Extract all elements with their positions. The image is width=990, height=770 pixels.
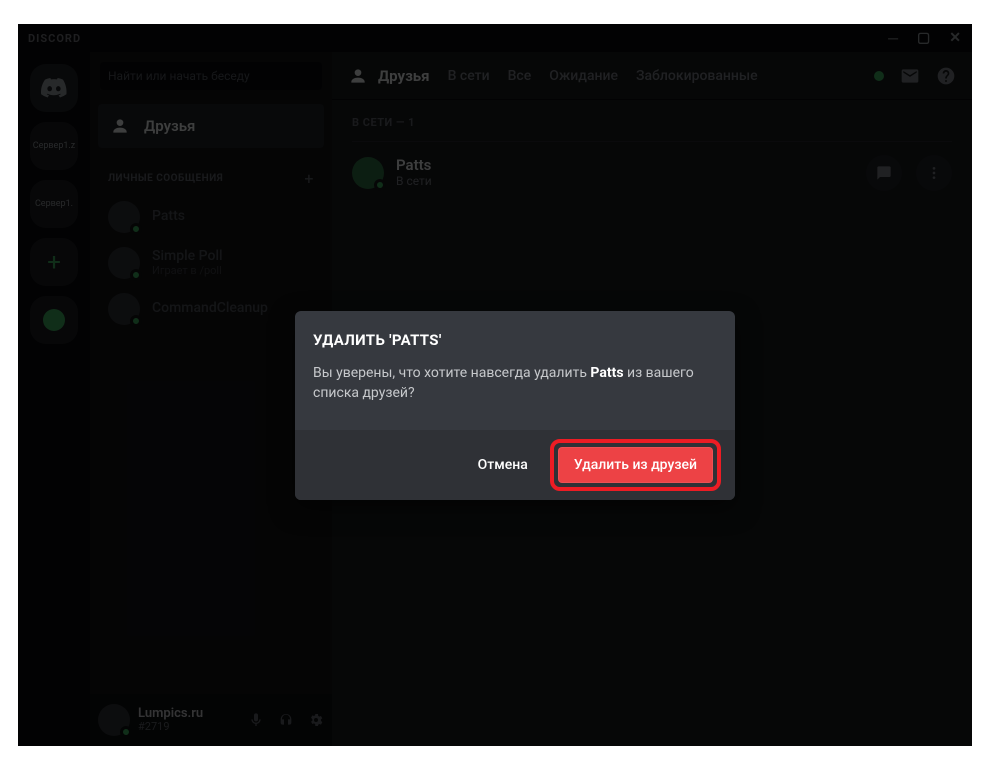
remove-friend-button[interactable]: Удалить из друзей <box>558 447 713 483</box>
modal-text-bold: Patts <box>590 365 623 381</box>
remove-friend-modal: УДАЛИТЬ 'PATTS' Вы уверены, что хотите н… <box>295 311 735 500</box>
modal-text: Вы уверены, что хотите навсегда удалить … <box>313 363 717 404</box>
cancel-button[interactable]: Отмена <box>462 447 544 483</box>
modal-title: УДАЛИТЬ 'PATTS' <box>313 331 717 349</box>
modal-footer: Отмена Удалить из друзей <box>295 430 735 500</box>
remove-button-highlight: Удалить из друзей <box>550 439 721 491</box>
modal-text-before: Вы уверены, что хотите навсегда удалить <box>313 365 590 381</box>
